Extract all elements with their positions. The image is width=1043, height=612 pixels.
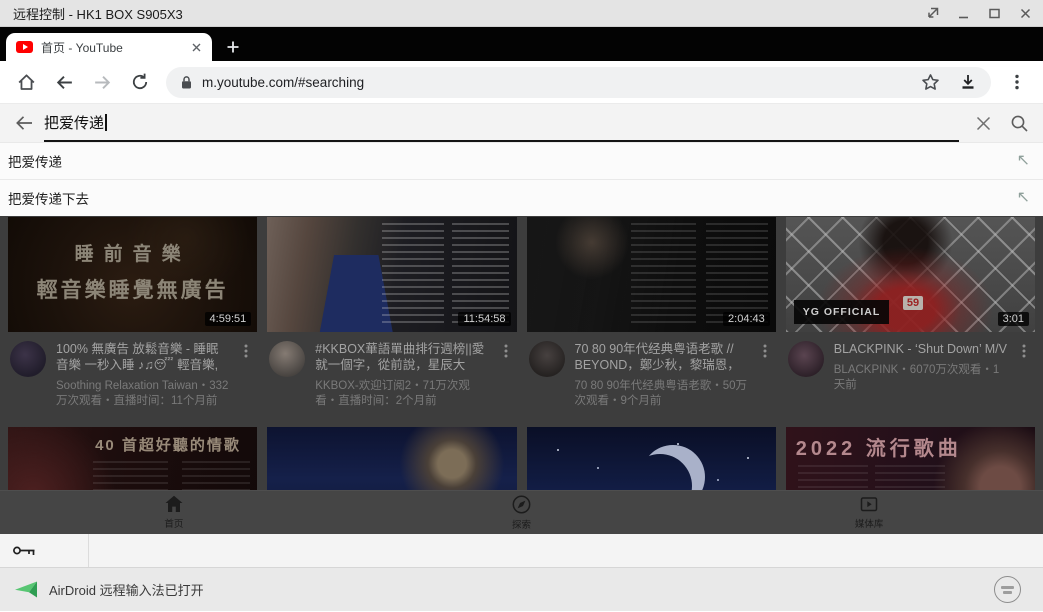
duration-badge: 4:59:51 [205, 312, 252, 326]
tab-youtube-home[interactable]: 首页 - YouTube [6, 33, 212, 61]
home-icon[interactable] [10, 66, 42, 98]
search-actions [974, 113, 1030, 134]
remote-input-toolbar [0, 534, 1043, 568]
video-card[interactable]: 2:04:43 70 80 90年代经典粤语老歌 // BEYOND，鄭少秋，黎… [527, 216, 776, 416]
channel-avatar[interactable] [529, 341, 565, 377]
duration-badge: 2:04:43 [723, 312, 770, 326]
video-thumbnail[interactable]: 睡前音樂 輕音樂睡覺無廣告 4:59:51 [8, 217, 257, 332]
stars-art [557, 449, 559, 451]
insert-suggestion-icon[interactable]: ↖ [1017, 153, 1030, 169]
reload-icon[interactable] [124, 66, 156, 98]
lock-icon [180, 75, 193, 90]
video-byline: Soothing Relaxation Taiwan・332万次观看・直播时间：… [56, 379, 229, 409]
suggestion-row[interactable]: 把爱传递下去 ↖ [0, 179, 1043, 216]
nav-item-library[interactable]: 媒体库 [824, 495, 914, 530]
channel-avatar[interactable] [788, 341, 824, 377]
video-title[interactable]: #KKBOX華語單曲排行週榜||愛就一個字，從前說，星辰大海，我… [315, 341, 488, 373]
youtube-search-bar: 把爱传递 [0, 104, 1043, 142]
airdroid-status-bar: AirDroid 远程输入法已打开 [0, 568, 1043, 611]
key-icon[interactable] [12, 543, 37, 558]
tab-title: 首页 - YouTube [41, 39, 183, 56]
suggestion-row[interactable]: 把爱传递 ↖ [0, 142, 1043, 179]
fit-to-window-icon[interactable] [924, 5, 940, 21]
video-menu-icon[interactable] [239, 341, 255, 409]
video-menu-icon[interactable] [1017, 341, 1033, 393]
video-title[interactable]: 70 80 90年代经典粤语老歌 // BEYOND，鄭少秋，黎瑞恩，陳… [575, 341, 748, 373]
nav-label: 媒体库 [855, 516, 884, 530]
duration-badge: 3:01 [998, 312, 1029, 326]
close-icon[interactable] [1017, 5, 1033, 21]
search-input[interactable]: 把爱传递 [44, 104, 959, 142]
suggestion-text[interactable]: 把爱传递下去 [8, 188, 1017, 208]
browser-toolbar: m.youtube.com/#searching [0, 61, 1043, 104]
video-card[interactable]: 11:54:58 #KKBOX華語單曲排行週榜||愛就一個字，從前說，星辰大海，… [267, 216, 516, 416]
nav-item-explore[interactable]: 探索 [476, 495, 566, 531]
back-icon[interactable] [48, 66, 80, 98]
search-suggestions: 把爱传递 ↖ 把爱传递下去 ↖ [0, 142, 1043, 216]
watermark-badge[interactable] [994, 576, 1021, 603]
toolbar-divider [88, 534, 89, 567]
video-menu-icon[interactable] [758, 341, 774, 409]
text-caret [105, 114, 107, 131]
search-icon[interactable] [1009, 113, 1030, 134]
video-card[interactable]: 睡前音樂 輕音樂睡覺無廣告 4:59:51 100% 無廣告 放鬆音樂 - 睡眠… [8, 216, 257, 416]
video-byline: BLACKPINK・6070万次观看・1天前 [834, 363, 1007, 393]
search-back-icon[interactable] [13, 112, 35, 134]
insert-suggestion-icon[interactable]: ↖ [1017, 190, 1030, 206]
thumbnail-text: 59 [903, 296, 923, 310]
nav-label: 首页 [164, 516, 183, 530]
download-icon[interactable] [959, 73, 977, 91]
video-byline: KKBOX-欢迎订阅2・71万次观看・直播时间：2个月前 [315, 379, 488, 409]
forward-icon[interactable] [86, 66, 118, 98]
channel-avatar[interactable] [10, 341, 46, 377]
youtube-favicon [16, 41, 33, 53]
clear-search-icon[interactable] [974, 114, 993, 133]
video-title[interactable]: 100% 無廣告 放鬆音樂 - 睡眠音樂 一秒入睡 ♪♫😴 輕音樂,睡眠音… [56, 341, 229, 373]
suggestion-text[interactable]: 把爱传递 [8, 151, 1017, 171]
maximize-icon[interactable] [986, 5, 1002, 21]
nav-item-home[interactable]: 首页 [129, 495, 219, 530]
browser-tab-strip: 首页 - YouTube [0, 27, 1043, 61]
search-query-text: 把爱传递 [44, 112, 104, 133]
yg-official-watermark: YG OFFICIAL [794, 300, 890, 324]
status-message: AirDroid 远程输入法已打开 [49, 580, 994, 599]
video-thumbnail[interactable]: 2:04:43 [527, 217, 776, 332]
video-grid-row-1: 睡前音樂 輕音樂睡覺無廣告 4:59:51 100% 無廣告 放鬆音樂 - 睡眠… [0, 216, 1043, 416]
airdroid-logo-icon [14, 580, 38, 599]
window-controls [924, 5, 1033, 21]
thumbnail-text: 睡前音樂 [8, 239, 257, 266]
video-byline: 70 80 90年代经典粤语老歌・50万次观看・9个月前 [575, 379, 748, 409]
bookmark-star-icon[interactable] [921, 73, 940, 92]
window-title: 远程控制 - HK1 BOX S905X3 [13, 4, 924, 23]
youtube-bottom-nav: 首页 探索 媒体库 [0, 490, 1043, 534]
url-text[interactable]: m.youtube.com/#searching [202, 75, 921, 90]
new-tab-button[interactable] [218, 33, 248, 61]
video-card[interactable]: 59 YG OFFICIAL 3:01 BLACKPINK - ‘Shut Do… [786, 216, 1035, 416]
browser-menu-icon[interactable] [1001, 66, 1033, 98]
minimize-icon[interactable] [955, 5, 971, 21]
omnibox-actions [921, 73, 977, 92]
video-title[interactable]: BLACKPINK - ‘Shut Down’ M/V [834, 341, 1007, 357]
channel-avatar[interactable] [269, 341, 305, 377]
video-thumbnail[interactable]: 59 YG OFFICIAL 3:01 [786, 217, 1035, 332]
window-titlebar: 远程控制 - HK1 BOX S905X3 [0, 0, 1043, 27]
nav-label: 探索 [512, 517, 531, 531]
video-thumbnail[interactable]: 11:54:58 [267, 217, 516, 332]
thumbnail-text: 輕音樂睡覺無廣告 [8, 274, 257, 304]
thumbnail-text: 40 首超好聽的情歌 [83, 434, 253, 455]
thumbnail-text: 2022 流行歌曲 [796, 432, 960, 461]
address-bar[interactable]: m.youtube.com/#searching [166, 67, 991, 98]
duration-badge: 11:54:58 [458, 312, 510, 326]
tab-close-icon[interactable] [191, 42, 202, 53]
dimmed-page-content: 睡前音樂 輕音樂睡覺無廣告 4:59:51 100% 無廣告 放鬆音樂 - 睡眠… [0, 216, 1043, 534]
video-menu-icon[interactable] [499, 341, 515, 409]
